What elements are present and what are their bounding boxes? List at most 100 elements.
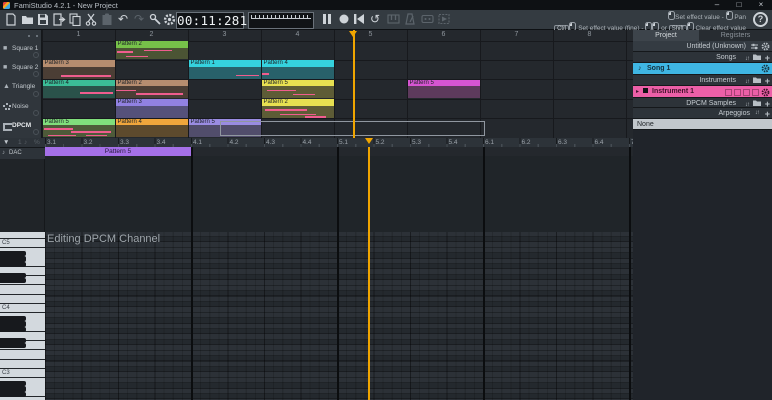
piano-key-black[interactable] bbox=[0, 278, 26, 284]
instrument-settings-gear-icon[interactable] bbox=[761, 88, 770, 97]
snap-note-icon[interactable]: ♪ bbox=[24, 139, 27, 146]
envelope-icon[interactable] bbox=[725, 88, 733, 96]
transform-icon[interactable] bbox=[148, 13, 162, 27]
piano-roll-timeline[interactable]: 3.1 3.2 3.3 3.4 4.1 4.2 4.3 4.4 5.1 5.2 5.3 5.4 6.1 6… bbox=[45, 137, 633, 147]
close-button[interactable]: × bbox=[750, 0, 772, 10]
pattern-block[interactable]: Pattern 4 bbox=[42, 79, 115, 99]
sort-icon[interactable]: ↓↑ bbox=[755, 110, 760, 116]
effect-panel[interactable] bbox=[45, 155, 633, 232]
cut-icon[interactable] bbox=[84, 13, 98, 27]
piano-key-black[interactable] bbox=[0, 261, 26, 268]
piano-key-black[interactable] bbox=[0, 326, 26, 333]
force-display-icon[interactable] bbox=[33, 71, 39, 78]
pattern-block[interactable]: Pattern 1 bbox=[188, 60, 261, 79]
maximize-button[interactable]: □ bbox=[728, 0, 750, 10]
expand-arrow-icon[interactable]: ▸ bbox=[636, 88, 639, 95]
sequencer-column-number[interactable]: 3 bbox=[188, 31, 261, 38]
collapse-arrow-icon[interactable]: ▼ bbox=[3, 139, 9, 146]
piano-roll-controls[interactable]: ▼ 1 ♪ % bbox=[0, 137, 45, 147]
envelope-icon[interactable] bbox=[734, 88, 742, 96]
qwerty-piano-icon[interactable] bbox=[386, 13, 400, 27]
piano-key-black[interactable] bbox=[0, 321, 26, 327]
arpeggio-none-row[interactable]: None bbox=[633, 118, 772, 130]
paste-icon[interactable] bbox=[100, 13, 114, 27]
snap-percent-icon[interactable]: % bbox=[34, 139, 40, 146]
force-display-icon[interactable] bbox=[33, 90, 39, 97]
piano-roll-seek-marker[interactable] bbox=[364, 138, 373, 144]
record-button-icon[interactable] bbox=[337, 13, 351, 27]
pattern-block[interactable]: Pattern 5 bbox=[261, 79, 334, 99]
oscilloscope[interactable] bbox=[248, 12, 314, 29]
force-display-icon[interactable] bbox=[33, 129, 39, 136]
pattern-block[interactable]: Pattern 2 bbox=[115, 79, 188, 99]
pattern-block[interactable]: Pattern 4 bbox=[115, 118, 188, 137]
minimize-button[interactable]: – bbox=[706, 0, 728, 10]
sequencer-column-number[interactable]: 6 bbox=[407, 31, 480, 38]
channel-triangle[interactable]: ▲ Triangle bbox=[0, 79, 42, 98]
pattern-header-row[interactable]: Pattern 5 bbox=[45, 146, 633, 156]
envelope-icon[interactable] bbox=[743, 88, 751, 96]
pattern-block[interactable]: Pattern 5 bbox=[407, 79, 480, 99]
piano-key-black[interactable] bbox=[0, 251, 26, 257]
save-icon[interactable] bbox=[36, 13, 50, 27]
sort-icon[interactable]: ↓↑ bbox=[745, 56, 750, 62]
copy-icon[interactable] bbox=[68, 13, 82, 27]
sort-icon[interactable]: ↓↑ bbox=[745, 102, 750, 108]
tab-project[interactable]: Project bbox=[633, 30, 699, 41]
sequencer-column-number[interactable]: 4 bbox=[261, 31, 334, 38]
pattern-block[interactable]: Pattern 5 bbox=[42, 118, 115, 137]
pause-button-icon[interactable] bbox=[320, 13, 334, 27]
dac-effect-button[interactable]: ♪ DAC bbox=[0, 146, 45, 159]
pattern-block[interactable]: Pattern 2 bbox=[115, 41, 188, 60]
add-song-button[interactable]: + bbox=[765, 53, 770, 63]
help-button[interactable]: ? bbox=[753, 12, 768, 27]
piano-key-white[interactable] bbox=[0, 294, 45, 303]
piano-key-black[interactable] bbox=[0, 386, 26, 392]
snap-value[interactable]: 1 bbox=[18, 139, 22, 146]
folder-icon[interactable] bbox=[752, 76, 761, 84]
settings-gear-icon[interactable] bbox=[162, 13, 176, 27]
sequencer-column-number[interactable]: 8 bbox=[553, 31, 626, 38]
new-file-icon[interactable] bbox=[4, 13, 18, 27]
instrument-row[interactable]: ▸ Instrument 1 bbox=[633, 85, 772, 98]
sequencer[interactable]: 1 2 3 4 5 6 7 8 Pattern 2 Pattern 3 Pattern 1 Patte… bbox=[42, 30, 633, 138]
force-display-icon[interactable] bbox=[33, 51, 39, 58]
piano-key-white[interactable] bbox=[0, 350, 45, 359]
channel-square2[interactable]: ■ Square 2 bbox=[0, 60, 42, 79]
rewind-button-icon[interactable] bbox=[352, 13, 366, 27]
folder-icon[interactable] bbox=[752, 99, 761, 107]
sequencer-seek-marker[interactable] bbox=[349, 31, 357, 37]
sort-icon[interactable]: ↓↑ bbox=[745, 79, 750, 85]
channel-square1[interactable]: ■ Square 1 bbox=[0, 41, 42, 60]
pattern-block[interactable]: Pattern 3 bbox=[42, 60, 115, 79]
sequencer-column-number[interactable]: 2 bbox=[115, 31, 188, 38]
loop-button-icon[interactable]: ↺ bbox=[368, 13, 382, 27]
add-instrument-button[interactable]: + bbox=[765, 76, 770, 86]
song-row[interactable]: ♪ Song 1 bbox=[633, 63, 772, 75]
mixer-icon[interactable] bbox=[750, 42, 759, 51]
project-settings-gear-icon[interactable] bbox=[761, 42, 770, 51]
envelope-icon[interactable] bbox=[752, 88, 760, 96]
piano-keyboard[interactable]: C5 C4 C3 bbox=[0, 231, 45, 400]
export-icon[interactable] bbox=[52, 13, 66, 27]
open-file-icon[interactable] bbox=[20, 13, 34, 27]
sequencer-column-number[interactable]: 7 bbox=[480, 31, 553, 38]
add-sample-button[interactable]: + bbox=[765, 99, 770, 109]
pattern-block[interactable]: Pattern 3 bbox=[115, 99, 188, 118]
piano-key-white[interactable] bbox=[0, 231, 45, 239]
undo-icon[interactable]: ↶ bbox=[116, 13, 130, 27]
project-row[interactable]: Untitled (Unknown) bbox=[633, 41, 772, 52]
channel-dpcm[interactable]: DPCM bbox=[0, 118, 42, 137]
piano-key-black[interactable] bbox=[0, 391, 26, 398]
force-display-icon[interactable] bbox=[33, 110, 39, 117]
piano-key-black[interactable] bbox=[0, 337, 26, 343]
piano-key-black[interactable] bbox=[0, 381, 26, 387]
sequencer-column-number[interactable]: 5 bbox=[334, 31, 407, 38]
metronome-icon[interactable] bbox=[403, 13, 417, 27]
piano-key-white[interactable] bbox=[0, 285, 45, 294]
piano-key-black[interactable] bbox=[0, 343, 26, 349]
pattern-name-header[interactable]: Pattern 5 bbox=[45, 146, 191, 156]
tab-registers[interactable]: Registers bbox=[699, 30, 772, 41]
piano-key-white[interactable] bbox=[0, 359, 45, 368]
machine-icon[interactable] bbox=[420, 13, 434, 27]
